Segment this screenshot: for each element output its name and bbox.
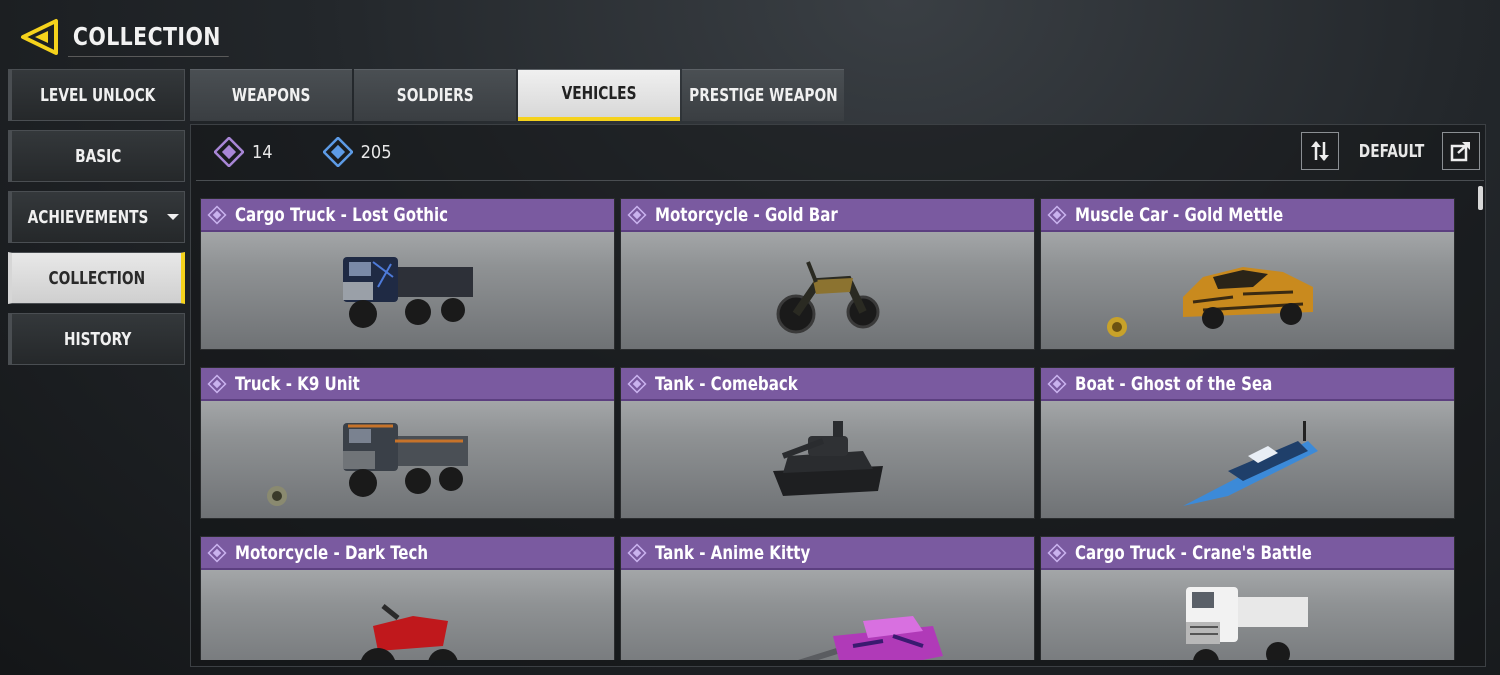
card-header: Boat - Ghost of the Sea <box>1041 368 1454 401</box>
cargo-truck-icon <box>1041 572 1454 660</box>
purple-rarity-icon <box>1047 373 1067 394</box>
vehicle-grid: Cargo Truck - Lost Gothic Motorcycle - G… <box>200 198 1456 660</box>
motorcycle-icon <box>621 234 1034 349</box>
vehicle-name: Motorcycle - Dark Tech <box>235 541 429 564</box>
purple-diamond-icon <box>214 137 244 167</box>
tab-vehicles[interactable]: VEHICLES <box>518 69 680 121</box>
purple-rarity-icon <box>1047 542 1067 563</box>
purple-count: 14 <box>252 141 273 163</box>
sidebar-item-label: COLLECTION <box>48 267 145 289</box>
vehicle-card[interactable]: Motorcycle - Gold Bar <box>620 198 1035 350</box>
blue-count: 205 <box>360 141 392 163</box>
vehicle-name: Tank - Anime Kitty <box>655 541 811 564</box>
top-bar: COLLECTION <box>16 16 264 58</box>
card-header: Motorcycle - Gold Bar <box>621 199 1034 232</box>
sidebar-item-achievements[interactable]: ACHIEVEMENTS <box>8 191 185 243</box>
sort-arrows-icon <box>1310 141 1329 161</box>
boat-icon <box>1041 403 1454 518</box>
card-header: Cargo Truck - Crane's Battle <box>1041 537 1454 570</box>
tank-icon <box>621 572 1034 660</box>
vehicle-name: Motorcycle - Gold Bar <box>655 203 838 226</box>
purple-rarity-icon <box>627 373 647 394</box>
sidebar-item-label: BASIC <box>74 145 122 167</box>
card-header: Tank - Comeback <box>621 368 1034 401</box>
emblem-badge-icon <box>267 486 287 506</box>
vehicle-card[interactable]: Motorcycle - Dark Tech <box>200 536 615 660</box>
purple-rarity-icon <box>627 204 647 225</box>
vehicle-name: Boat - Ghost of the Sea <box>1075 372 1273 395</box>
tank-icon <box>621 403 1034 518</box>
vehicle-card[interactable]: Tank - Anime Kitty <box>620 536 1035 660</box>
tab-weapons[interactable]: WEAPONS <box>190 69 352 121</box>
vehicle-card[interactable]: Truck - K9 Unit <box>200 367 615 519</box>
purple-rarity-counter: 14 <box>214 137 273 167</box>
vehicle-name: Tank - Comeback <box>655 372 798 395</box>
blue-rarity-counter: 205 <box>322 137 392 167</box>
tab-bar: WEAPONS SOLDIERS VEHICLES PRESTIGE WEAPO… <box>190 69 846 121</box>
emblem-badge-icon <box>1107 317 1127 337</box>
caret-down-icon <box>167 214 180 220</box>
share-icon <box>1450 142 1470 162</box>
vehicle-card[interactable]: Boat - Ghost of the Sea <box>1040 367 1455 519</box>
vehicle-card[interactable]: Tank - Comeback <box>620 367 1035 519</box>
vehicle-card[interactable]: Muscle Car - Gold Mettle <box>1040 198 1455 350</box>
divider <box>196 180 1484 181</box>
back-arrow-icon <box>21 19 58 55</box>
vehicle-card[interactable]: Cargo Truck - Crane's Battle <box>1040 536 1455 660</box>
card-header: Truck - K9 Unit <box>201 368 614 401</box>
card-header: Muscle Car - Gold Mettle <box>1041 199 1454 232</box>
tab-label: WEAPONS <box>231 85 311 106</box>
sidebar-item-collection[interactable]: COLLECTION <box>8 252 185 304</box>
tab-label: SOLDIERS <box>396 85 474 106</box>
page-title: COLLECTION <box>68 17 230 57</box>
purple-rarity-icon <box>207 204 227 225</box>
share-button[interactable] <box>1442 132 1480 170</box>
tab-label: VEHICLES <box>561 83 637 104</box>
sort-controls: DEFAULT <box>1300 132 1480 170</box>
vehicle-name: Cargo Truck - Lost Gothic <box>235 203 449 226</box>
purple-rarity-icon <box>207 542 227 563</box>
back-button[interactable] <box>16 16 62 58</box>
sort-label: DEFAULT <box>1358 140 1425 162</box>
sidebar-item-label: LEVEL UNLOCK <box>40 84 156 106</box>
tab-label: PRESTIGE WEAPON <box>688 85 838 106</box>
card-header: Tank - Anime Kitty <box>621 537 1034 570</box>
purple-rarity-icon <box>627 542 647 563</box>
card-header: Cargo Truck - Lost Gothic <box>201 199 614 232</box>
card-header: Motorcycle - Dark Tech <box>201 537 614 570</box>
sidebar-item-basic[interactable]: BASIC <box>8 130 185 182</box>
scrollbar[interactable] <box>1478 186 1483 210</box>
rarity-counters: 14 205 <box>214 137 436 167</box>
vehicle-name: Cargo Truck - Crane's Battle <box>1075 541 1312 564</box>
tab-prestige-weapon[interactable]: PRESTIGE WEAPON <box>682 69 844 121</box>
cargo-truck-icon <box>201 234 614 349</box>
sort-button[interactable] <box>1300 132 1339 170</box>
motorcycle-icon <box>201 572 614 660</box>
sidebar-item-level-unlock[interactable]: LEVEL UNLOCK <box>8 69 185 121</box>
vehicle-name: Muscle Car - Gold Mettle <box>1075 203 1284 226</box>
blue-diamond-icon <box>322 137 353 167</box>
sidebar-item-history[interactable]: HISTORY <box>8 313 185 365</box>
tab-soldiers[interactable]: SOLDIERS <box>354 69 516 121</box>
purple-rarity-icon <box>1047 204 1067 225</box>
sidebar-item-label: ACHIEVEMENTS <box>27 206 149 228</box>
sidebar-item-label: HISTORY <box>64 328 132 350</box>
truck-icon <box>201 403 614 518</box>
vehicle-card[interactable]: Cargo Truck - Lost Gothic <box>200 198 615 350</box>
vehicle-name: Truck - K9 Unit <box>235 372 360 395</box>
purple-rarity-icon <box>207 373 227 394</box>
sidebar: LEVEL UNLOCK BASIC ACHIEVEMENTS COLLECTI… <box>8 69 185 374</box>
muscle-car-icon <box>1041 234 1454 349</box>
